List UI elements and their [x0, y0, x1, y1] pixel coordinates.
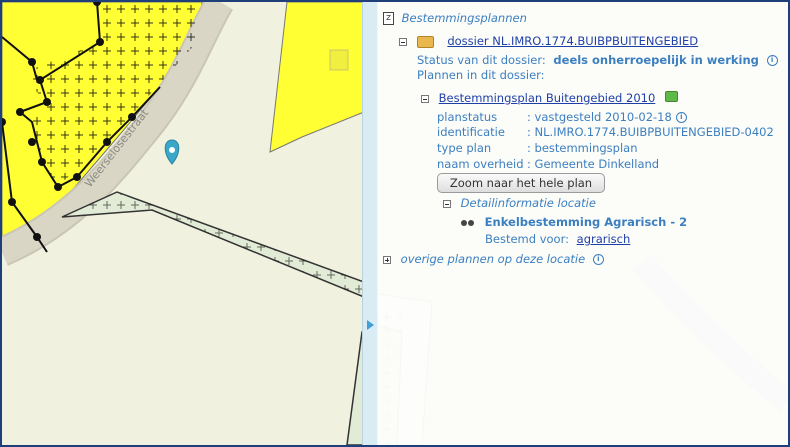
plans-label-row: Plannen in dit dossier:: [417, 68, 545, 82]
root-row: Z Bestemmingsplannen: [383, 11, 527, 25]
info-panel: Z Bestemmingsplannen dossier NL.IMRO.177…: [377, 2, 788, 445]
other-plans-row[interactable]: overige plannen op deze locatie i: [383, 252, 604, 266]
viewer-frame: Weerselosestraat Z Bestemmingsplannen do…: [0, 0, 790, 447]
collapse-plan-toggle[interactable]: [421, 94, 429, 103]
detail-header-row[interactable]: Detailinformatie locatie: [443, 196, 596, 210]
bestemd-label: Bestemd voor:: [485, 232, 569, 246]
folder-icon: [416, 35, 434, 48]
binoculars-icon: [461, 219, 475, 227]
dossier-row[interactable]: dossier NL.IMRO.1774.BUIBPBUITENGEBIED: [399, 34, 698, 48]
field-row-identificatie: identificatie: NL.IMRO.1774.BUIBPBUITENG…: [437, 125, 774, 139]
expand-other-plans-toggle[interactable]: [383, 255, 391, 264]
bestemd-link[interactable]: agrarisch: [577, 232, 631, 246]
plan-link[interactable]: Bestemmingsplan Buitengebied 2010: [439, 91, 656, 105]
dossier-status-row: Status van dit dossier: deels onherroepe…: [417, 53, 778, 67]
bestemming-row: Enkelbestemming Agrarisch - 2: [461, 215, 687, 229]
document-icon: Z: [383, 12, 394, 25]
info-icon[interactable]: i: [766, 55, 778, 66]
collapse-detail-toggle[interactable]: [443, 199, 451, 208]
expand-arrow-icon[interactable]: [367, 320, 374, 330]
status-value: deels onherroepelijk in werking: [553, 53, 759, 67]
plans-label: Plannen in dit dossier:: [417, 68, 545, 82]
bestemd-row: Bestemd voor: agrarisch: [485, 232, 630, 246]
detail-header: Detailinformatie locatie: [460, 196, 596, 210]
field-row-overheid: naam overheid: Gemeente Dinkelland: [437, 157, 660, 171]
zoom-to-plan-button[interactable]: Zoom naar het hele plan: [437, 173, 605, 193]
info-icon[interactable]: i: [675, 112, 687, 123]
plan-row[interactable]: Bestemmingsplan Buitengebied 2010: [421, 91, 678, 105]
bestemming-title: Enkelbestemming Agrarisch - 2: [484, 215, 688, 229]
collapse-dossier-toggle[interactable]: [399, 37, 407, 46]
root-label: Bestemmingsplannen: [401, 11, 527, 25]
status-label: Status van dit dossier:: [417, 53, 546, 67]
panel-splitter[interactable]: [362, 2, 378, 445]
other-plans-label[interactable]: overige plannen op deze locatie: [401, 252, 586, 266]
lock-icon: [664, 91, 678, 102]
field-row-planstatus: planstatus: vastgesteld 2010-02-18 i: [437, 110, 687, 124]
info-icon[interactable]: i: [592, 254, 604, 265]
dossier-link[interactable]: dossier NL.IMRO.1774.BUIBPBUITENGEBIED: [447, 34, 698, 48]
field-row-typeplan: type plan: bestemmingsplan: [437, 141, 638, 155]
